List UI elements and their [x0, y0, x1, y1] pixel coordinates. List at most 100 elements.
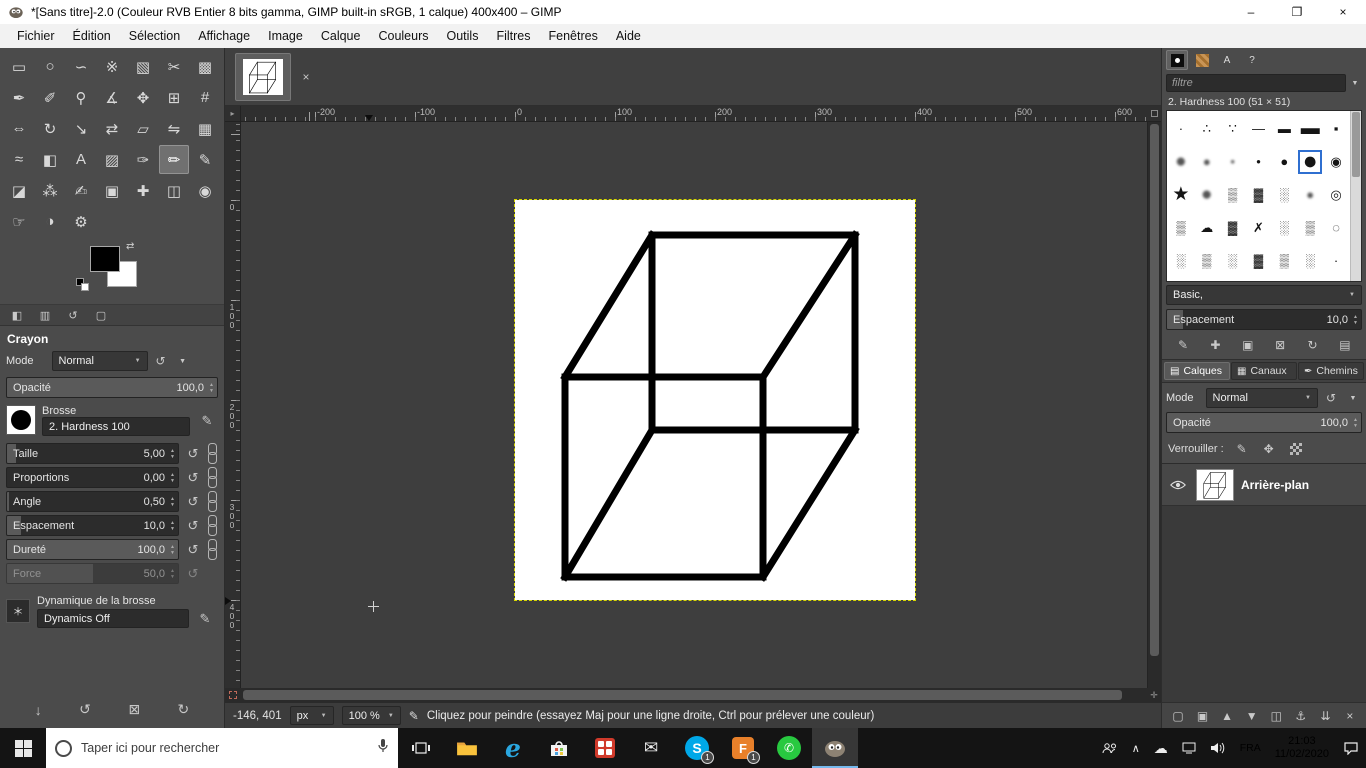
link-to-brush-icon[interactable] [207, 515, 218, 536]
measure-tool[interactable]: ∡ [97, 83, 127, 112]
brush-tag-select[interactable]: Basic, ▼ [1166, 285, 1362, 305]
swap-colors-icon[interactable]: ⇄ [126, 241, 134, 252]
zoom-select[interactable]: 100 % ▼ [341, 706, 401, 725]
opacity-slider[interactable]: Opacité 100,0 ▲ ▼ [6, 377, 218, 398]
edit-brush-icon[interactable]: ✎ [196, 410, 218, 432]
brush-thumb[interactable]: ▓ [1246, 249, 1270, 273]
network-icon[interactable] [1175, 728, 1203, 768]
warp-transform-tool[interactable]: ≈ [4, 145, 34, 174]
dynamics-field[interactable]: Dynamics Off [37, 609, 189, 628]
brush-thumb[interactable]: ░ [1169, 249, 1193, 273]
link-to-brush-icon[interactable] [207, 539, 218, 560]
whatsapp-button[interactable]: ✆ [766, 728, 812, 768]
color-picker-tool[interactable]: ✐ [35, 83, 65, 112]
brush-thumb[interactable]: ▒ [1195, 249, 1219, 273]
size-slider[interactable]: Taille 5,00 ▲ ▼ [6, 443, 179, 464]
layer-mode-reset-button[interactable]: ↺ [1322, 388, 1340, 408]
volume-icon[interactable] [1203, 728, 1233, 768]
gimp-taskbar-button[interactable] [812, 728, 858, 768]
airbrush-tool[interactable]: ⁂ [35, 176, 65, 205]
layer-mode-menu-button[interactable]: ▼ [1344, 388, 1362, 408]
task-view-button[interactable] [398, 728, 444, 768]
cage-transform-tool[interactable]: ▦ [190, 114, 220, 143]
tab-canaux[interactable]: ▦ Canaux [1231, 362, 1297, 380]
hardness-slider[interactable]: Dureté 100,0 ▲ ▼ [6, 539, 179, 560]
device-status-tab[interactable]: ▥ [32, 306, 58, 324]
hidden-icons-chevron[interactable]: ∧ [1125, 728, 1147, 768]
gradient-tool[interactable]: ▨ [97, 145, 127, 174]
brush-thumb[interactable]: ● [1169, 150, 1193, 174]
reset-icon[interactable]: ↺ [183, 468, 203, 488]
ink-tool[interactable]: ✑ [128, 145, 158, 174]
vertical-scrollbar[interactable] [1147, 122, 1161, 688]
spinner-icon[interactable]: ▲ ▼ [1351, 310, 1360, 329]
spinner-icon[interactable]: ▲ ▼ [1351, 413, 1360, 432]
layer-visibility-eye-icon[interactable] [1167, 480, 1189, 490]
save-tool-preset-button[interactable]: ↓ [35, 702, 42, 718]
brush-thumb[interactable]: ◌ [1324, 216, 1348, 240]
bucket-fill-tool[interactable]: ◧ [35, 145, 65, 174]
ruler-corner-menu-button[interactable]: ▸ [225, 106, 241, 122]
open-brush-button[interactable]: ▤ [1336, 335, 1354, 355]
flip-tool[interactable]: ⇋ [159, 114, 189, 143]
refresh-brushes-button[interactable]: ↻ [1304, 335, 1322, 355]
foreground-color-swatch[interactable] [90, 246, 120, 272]
paint-mode-select[interactable]: Normal ▼ [51, 351, 148, 371]
menu-item[interactable]: Sélection [120, 24, 189, 48]
brushes-tab[interactable] [1166, 50, 1188, 70]
zoom-follow-window-button[interactable] [1147, 106, 1161, 122]
crop-tool[interactable]: # [190, 83, 220, 112]
shear-tool[interactable]: ⇄ [97, 114, 127, 143]
unified-transform-tool[interactable]: ⇔ [4, 114, 34, 143]
solitaire-button[interactable] [582, 728, 628, 768]
anchor-layer-button[interactable]: ⚓ [1292, 706, 1310, 726]
layer-name[interactable]: Arrière-plan [1241, 478, 1309, 492]
pencil-tool[interactable]: ✏ [159, 145, 189, 174]
spacing-slider[interactable]: Espacement 10,0 ▲ ▼ [6, 515, 179, 536]
brush-preview[interactable] [6, 405, 36, 435]
brush-thumb[interactable]: ● [1298, 183, 1322, 207]
brush-thumb[interactable]: ● [1298, 149, 1322, 174]
brush-thumb[interactable]: ∵ [1221, 117, 1245, 141]
clone-tool[interactable]: ▣ [97, 176, 127, 205]
select-by-color-tool[interactable]: ▧ [128, 52, 158, 81]
brush-thumb[interactable]: ● [1272, 150, 1296, 174]
smudge-tool[interactable]: ☞ [4, 207, 34, 236]
blur-sharpen-tool[interactable]: ◉ [190, 176, 220, 205]
brush-thumb[interactable]: ▒ [1221, 183, 1245, 207]
scrollbar-thumb[interactable] [1150, 124, 1159, 657]
spinner-icon[interactable]: ▲ ▼ [207, 378, 216, 397]
brush-thumb[interactable]: ▒ [1272, 249, 1296, 273]
default-colors-icon[interactable] [76, 278, 92, 294]
tab-chemins[interactable]: ✒ Chemins [1298, 362, 1364, 380]
dodge-burn-tool[interactable]: ◑ [35, 207, 65, 236]
people-button[interactable] [1095, 728, 1125, 768]
eraser-tool[interactable]: ◪ [4, 176, 34, 205]
brush-thumb[interactable]: · [1324, 249, 1348, 273]
scrollbar-thumb[interactable] [1352, 112, 1360, 177]
brush-thumb[interactable]: ● [1195, 183, 1219, 207]
store-button[interactable] [536, 728, 582, 768]
brush-thumb[interactable]: ░ [1272, 183, 1296, 207]
reset-icon[interactable]: ↺ [183, 444, 203, 464]
brush-thumb[interactable]: ◎ [1324, 183, 1348, 207]
vertical-ruler[interactable]: 0 100 200 300 400 [225, 122, 241, 688]
new-layer-button[interactable]: ▢ [1169, 706, 1187, 726]
gegl-operation-tool[interactable]: ⚙ [66, 207, 96, 236]
brush-thumb[interactable]: ☁ [1195, 216, 1219, 240]
menu-item[interactable]: Filtres [487, 24, 539, 48]
reset-icon[interactable]: ↺ [183, 564, 203, 584]
maximize-button[interactable]: ❐ [1274, 0, 1320, 24]
dock-menu-button[interactable]: ▼ [1348, 73, 1362, 93]
link-to-brush-icon[interactable] [207, 467, 218, 488]
delete-tool-preset-button[interactable]: ⊠ [128, 701, 140, 718]
brush-thumb[interactable]: ● [1221, 150, 1245, 174]
brush-thumb[interactable]: ░ [1272, 216, 1296, 240]
dynamics-icon[interactable]: ＊ [6, 598, 30, 623]
lower-layer-button[interactable]: ▼ [1243, 706, 1261, 726]
brush-thumb[interactable]: ∴ [1195, 117, 1219, 141]
brush-thumb[interactable]: ▬ [1298, 117, 1322, 141]
spinner-icon[interactable]: ▲ ▼ [168, 564, 177, 583]
fuzzy-select-tool[interactable]: ※ [97, 52, 127, 81]
move-tool[interactable]: ✥ [128, 83, 158, 112]
